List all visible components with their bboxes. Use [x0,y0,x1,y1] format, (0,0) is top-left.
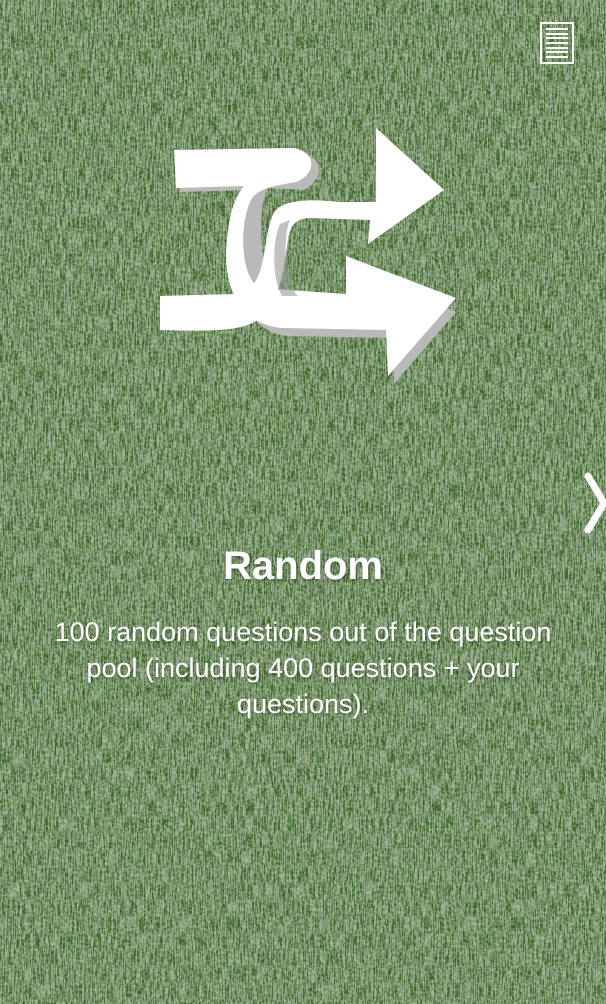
menu-button[interactable] [540,22,574,64]
menu-icon-line [546,41,568,44]
menu-icon-line [546,55,568,58]
chevron-right-icon [584,472,606,534]
mode-title: Random [223,544,383,588]
menu-list-icon [546,28,568,30]
menu-icon-line [546,32,568,35]
menu-icon-line [546,46,568,49]
mode-description: 100 random questions out of the question… [54,617,552,719]
shuffle-icon [160,128,456,384]
menu-icon-line [546,37,568,40]
menu-icon-line [546,51,568,54]
quiz-mode-screen: Random 100 random questions out of the q… [0,0,606,1004]
next-slide-button[interactable] [582,470,606,536]
